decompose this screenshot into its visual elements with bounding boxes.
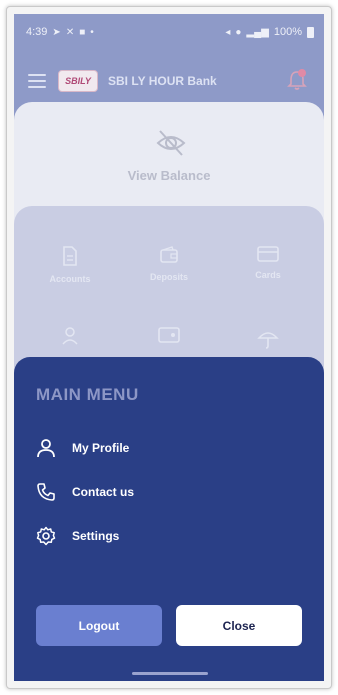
status-left: 4:39 ➤ ✕ ■ •: [26, 26, 94, 38]
service-label: Deposits: [149, 272, 188, 282]
bank-logo: SBILY: [58, 70, 98, 92]
logout-button[interactable]: Logout: [36, 605, 162, 646]
bank-logo-text: SBILY: [65, 76, 91, 86]
bank-name: SBI LY HOUR Bank: [108, 74, 217, 88]
service-deposits[interactable]: Deposits: [119, 246, 219, 282]
eye-off-icon[interactable]: [154, 126, 188, 160]
close-button[interactable]: Close: [176, 605, 302, 646]
service-cards[interactable]: Cards: [218, 246, 318, 280]
home-indicator[interactable]: [132, 672, 208, 675]
phone-screen: 4:39 ➤ ✕ ■ • ◂ ● ▂▄▆ 100% SBILY SBI LY H…: [14, 14, 324, 681]
navigation-icon: ➤: [52, 26, 61, 38]
card-icon: [257, 246, 279, 262]
phone-icon: [37, 483, 55, 501]
status-time: 4:39: [26, 26, 48, 38]
transfer-icon: [62, 327, 78, 345]
menu-item-my-profile[interactable]: My Profile: [36, 435, 129, 461]
bell-icon[interactable]: [286, 68, 308, 92]
missed-call-icon: ✕: [65, 26, 75, 38]
service-payment[interactable]: [119, 326, 219, 352]
status-right: ◂ ● ▂▄▆ 100%: [225, 26, 314, 38]
location-icon: ●: [235, 26, 242, 38]
service-label: Accounts: [49, 274, 91, 284]
mute-icon: ◂: [225, 26, 231, 38]
menu-item-label: My Profile: [72, 441, 130, 455]
wallet-icon: [160, 246, 178, 263]
document-icon: [63, 246, 77, 266]
payment-icon: [158, 327, 180, 343]
view-balance-label[interactable]: View Balance: [14, 168, 324, 183]
user-icon: [37, 439, 55, 458]
dot-icon: •: [90, 26, 94, 38]
signal-icon: ▂▄▆: [246, 26, 269, 38]
notification-icon: ■: [79, 26, 86, 38]
status-bar: 4:39 ➤ ✕ ■ • ◂ ● ▂▄▆ 100%: [14, 14, 324, 50]
battery-percent: 100%: [273, 26, 302, 38]
main-menu-title: MAIN MENU: [36, 385, 139, 404]
main-menu-sheet: MAIN MENU My Profile Contact us Settings…: [14, 357, 324, 681]
service-accounts[interactable]: Accounts: [20, 246, 120, 284]
battery-icon: [307, 26, 314, 38]
menu-item-contact-us[interactable]: Contact us: [36, 479, 134, 505]
menu-item-settings[interactable]: Settings: [36, 523, 119, 549]
service-label: Cards: [255, 270, 281, 280]
app-bar: SBILY SBI LY HOUR Bank: [14, 58, 324, 104]
gear-icon: [36, 526, 56, 546]
menu-item-label: Contact us: [72, 485, 135, 499]
menu-item-label: Settings: [72, 529, 120, 543]
hamburger-menu-icon[interactable]: [28, 74, 46, 88]
umbrella-icon: [257, 332, 279, 349]
service-insurance[interactable]: [218, 328, 318, 358]
service-transfer[interactable]: [20, 326, 120, 354]
